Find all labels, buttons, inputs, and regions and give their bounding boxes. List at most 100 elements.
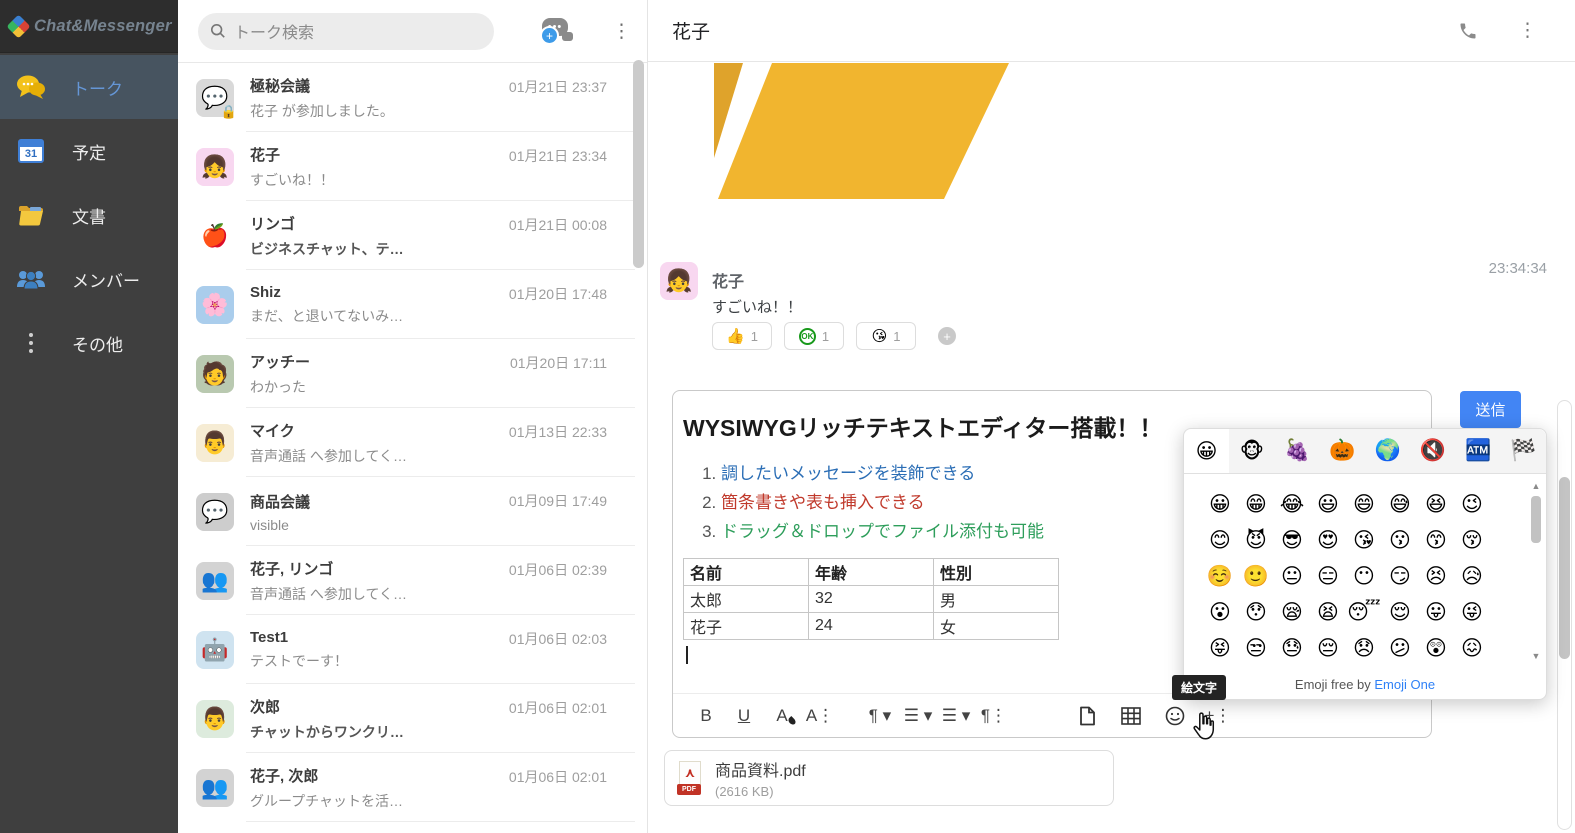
text-color-button[interactable]: A [763, 699, 801, 733]
chat-item-date: 01月09日 17:49 [509, 491, 607, 511]
emoji-cell[interactable]: 😌 [1389, 602, 1411, 623]
chat-list-item[interactable]: 🌸 Shiz まだ、と退いてないみ… 01月20日 17:48 [178, 270, 647, 339]
reaction-pill[interactable]: 😘 1 [856, 322, 916, 350]
chat-list-item[interactable]: 👥 花子, リンゴ 音声通話 へ参加してく… 01月06日 02:39 [178, 546, 647, 615]
send-button[interactable]: 送信 [1460, 391, 1521, 428]
sidebar-item-documents[interactable]: 文書 [0, 183, 178, 247]
emoji-cell[interactable]: 😗 [1389, 530, 1411, 551]
emoji-cell[interactable]: 😶 [1353, 566, 1375, 587]
sender-name: 花子 [712, 268, 744, 292]
emoji-cell[interactable]: 😴 [1347, 602, 1381, 623]
emoji-cell[interactable]: 😙 [1425, 530, 1447, 551]
emoji-cell[interactable]: 😛 [1425, 602, 1447, 623]
emoji-cell[interactable]: 😍 [1317, 530, 1339, 551]
sidebar-item-others[interactable]: その他 [0, 311, 178, 375]
insert-table-button[interactable] [1111, 699, 1151, 733]
paragraph-more-button[interactable]: ¶⋮ [975, 699, 1013, 733]
chat-list-item[interactable]: 💬🔒 極秘会議 花子 が参加しました。 01月21日 23:37 [178, 63, 647, 132]
emoji-cell[interactable]: 😐 [1281, 566, 1303, 587]
add-reaction-button[interactable]: + [938, 327, 956, 345]
emoji-cell[interactable]: 😯 [1245, 602, 1267, 623]
emoji-smiley-icon [1165, 706, 1185, 726]
sidebar-item-members[interactable]: メンバー [0, 247, 178, 311]
emoji-cell[interactable]: 😀 [1209, 494, 1231, 515]
emoji-category-tab[interactable]: 🔇 [1410, 429, 1455, 473]
emoji-cell[interactable]: 😘 [1353, 530, 1375, 551]
search-input[interactable]: トーク検索 [198, 13, 494, 50]
chat-list-item[interactable]: 🧑 アッチー わかった 01月20日 17:11 [178, 339, 647, 408]
emoji-cell[interactable]: 😔 [1317, 638, 1339, 659]
emoji-cell[interactable]: 😥 [1461, 566, 1483, 587]
emoji-cell[interactable]: 😏 [1389, 566, 1411, 587]
emoji-cell[interactable]: 😅 [1389, 494, 1411, 515]
pdf-file-icon: ⋏ PDF [677, 761, 703, 795]
paragraph-format-button[interactable]: ¶ ▾ [861, 699, 899, 733]
sidebar-item-talk[interactable]: トーク [0, 55, 178, 119]
emoji-cell[interactable]: ☺️ [1207, 566, 1233, 587]
emoji-cell[interactable]: 😑 [1317, 566, 1339, 587]
emoji-cell[interactable]: 😞 [1353, 638, 1375, 659]
emoji-cell[interactable]: 😃 [1317, 494, 1339, 515]
emoji-cell[interactable]: 😕 [1389, 638, 1411, 659]
main-scrollbar[interactable] [1557, 400, 1572, 830]
main-scrollbar-thumb[interactable] [1559, 477, 1570, 659]
emoji-one-link[interactable]: Emoji One [1374, 677, 1435, 692]
emoji-cell[interactable]: 😂 [1280, 494, 1305, 515]
chat-list-item[interactable]: 👨 マイク 音声通話 へ参加してく… 01月13日 22:33 [178, 408, 647, 477]
emoji-cell[interactable]: 😁 [1245, 494, 1267, 515]
emoji-category-tab[interactable]: 🍇 [1275, 429, 1320, 473]
emoji-category-tab[interactable]: 🏧 [1456, 429, 1501, 473]
unordered-list-button[interactable]: ☰ ▾ [937, 699, 975, 733]
app-logo-text: Chat&Messenger [34, 17, 172, 36]
call-button[interactable] [1458, 21, 1478, 41]
emoji-cell[interactable]: 😲 [1425, 638, 1447, 659]
emoji-category-tab[interactable]: 🏁 [1501, 429, 1546, 473]
emoji-cell[interactable]: 😓 [1281, 638, 1303, 659]
emoji-cell[interactable]: 😄 [1353, 494, 1375, 515]
reaction-pill[interactable]: OK 1 [784, 322, 844, 350]
emoji-cell[interactable]: 😆 [1425, 494, 1447, 515]
emoji-cell[interactable]: 😚 [1461, 530, 1483, 551]
underline-button[interactable]: U [725, 699, 763, 733]
insert-file-button[interactable] [1067, 699, 1107, 733]
emoji-cell[interactable]: 😉 [1461, 494, 1483, 515]
scroll-down-icon[interactable]: ▼ [1530, 651, 1542, 661]
chat-list-item[interactable]: 👨 次郎 チャットからワンクリ… 01月06日 02:01 [178, 684, 647, 753]
emoji-button[interactable] [1155, 699, 1195, 733]
attachment-card[interactable]: ⋏ PDF 商品資料.pdf (2616 KB) [664, 750, 1114, 806]
bold-button[interactable]: B [687, 699, 725, 733]
chat-list-item[interactable]: 👥 花子, 次郎 グループチャットを活… 01月06日 02:01 [178, 753, 647, 822]
emoji-cell[interactable]: 🙂 [1243, 566, 1269, 587]
emoji-cell[interactable]: 😝 [1209, 638, 1231, 659]
emoji-cell[interactable]: 😈 [1245, 530, 1267, 551]
emoji-cell[interactable]: 😎 [1281, 530, 1303, 551]
emoji-category-tab[interactable]: 🎃 [1320, 429, 1365, 473]
emoji-cell[interactable]: 😮 [1209, 602, 1231, 623]
chat-list-scrollbar[interactable] [633, 60, 644, 268]
reaction-pill[interactable]: 👍 1 [712, 322, 772, 350]
emoji-cell[interactable]: 😒 [1245, 638, 1267, 659]
emoji-cell[interactable]: 😜 [1461, 602, 1483, 623]
text-more-button[interactable]: A⋮ [801, 699, 839, 733]
emoji-cell[interactable]: 😣 [1425, 566, 1447, 587]
conversation-menu-button[interactable]: ⋮ [1518, 19, 1537, 42]
emoji-cell[interactable]: 😪 [1281, 602, 1303, 623]
chat-list-item[interactable]: 🤖 Test1 テストでーす！ 01月06日 02:03 [178, 615, 647, 684]
scroll-up-icon[interactable]: ▲ [1530, 481, 1542, 491]
emoji-category-tab[interactable]: 🐵 [1229, 429, 1274, 473]
ordered-list-button[interactable]: ☰ ▾ [899, 699, 937, 733]
emoji-category-tab[interactable]: 🌍 [1365, 429, 1410, 473]
emoji-cell[interactable]: 😖 [1461, 638, 1483, 659]
emoji-picker-scrollbar[interactable]: ▲ ▼ [1530, 481, 1542, 661]
sidebar-item-schedule[interactable]: 31 予定 [0, 119, 178, 183]
emoji-cell[interactable]: 😊 [1209, 530, 1231, 551]
more-plugins-button[interactable]: +⋮ [1199, 699, 1237, 733]
scrollbar-thumb[interactable] [1531, 496, 1541, 543]
chat-list-item[interactable]: 🍎 リンゴ ビジネスチャット、テ… 01月21日 00:08 [178, 201, 647, 270]
emoji-cell[interactable]: 😫 [1317, 602, 1339, 623]
chat-list-menu-button[interactable]: ⋮ [612, 20, 631, 43]
chat-list-item[interactable]: 💬 商品会議 visible 01月09日 17:49 [178, 477, 647, 546]
emoji-category-tab[interactable]: 😀 [1184, 429, 1229, 473]
new-chat-button[interactable]: ••• + [540, 17, 574, 45]
chat-list-item[interactable]: 👧 花子 すごいね！！ 01月21日 23:34 [178, 132, 647, 201]
